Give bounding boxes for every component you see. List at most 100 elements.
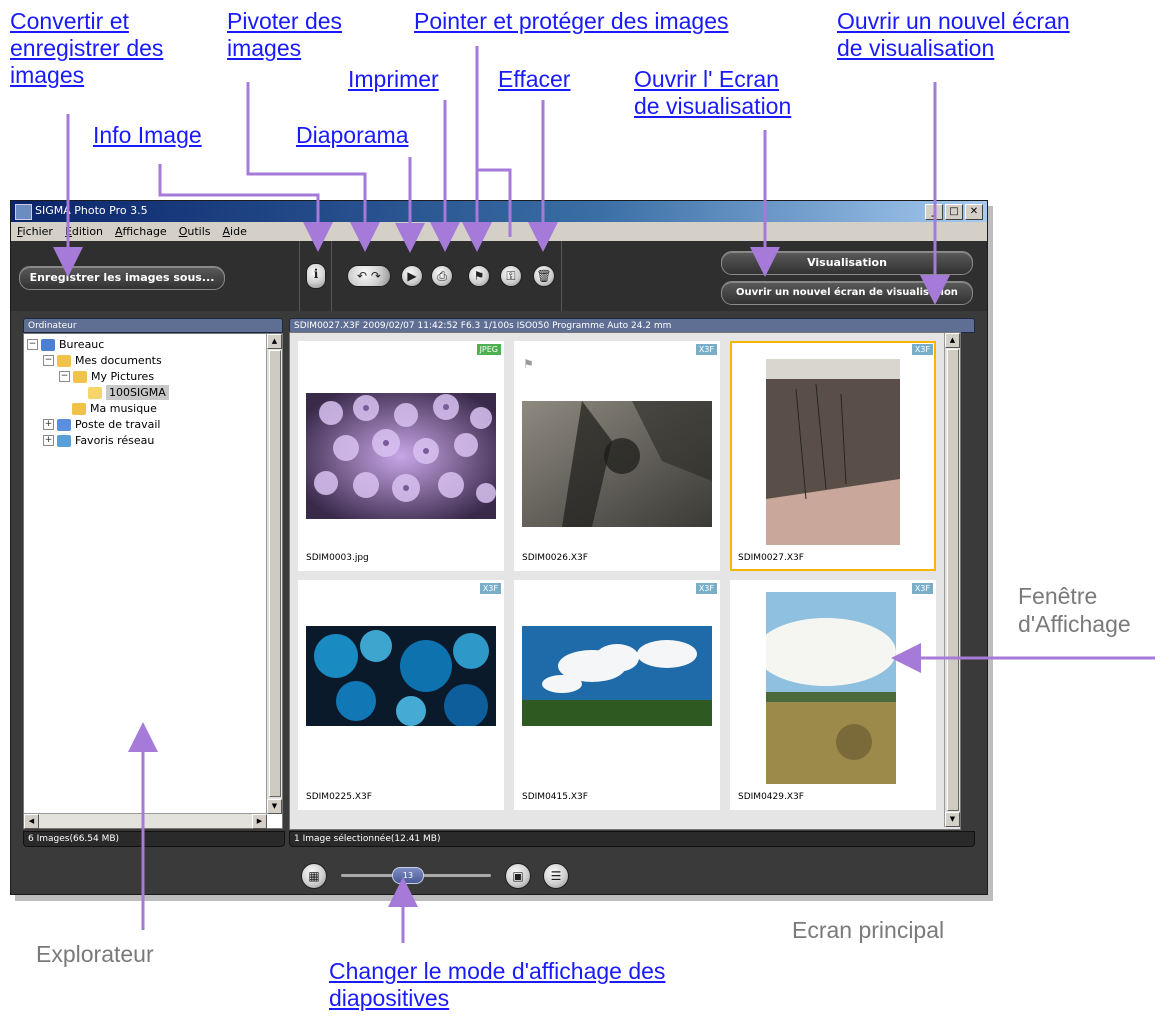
- photo-bokeh: [306, 626, 496, 726]
- network-icon: [57, 434, 71, 447]
- format-badge: X3F: [911, 583, 933, 594]
- tree-item-poste-de-travail[interactable]: + Poste de travail: [43, 417, 160, 432]
- explorer-vscroll[interactable]: ▲ ▼: [266, 334, 282, 814]
- visualisation-button[interactable]: Visualisation: [721, 251, 973, 275]
- toolbar: Enregistrer les images sous... i ↶ ↷ ▶ ⎙…: [11, 241, 987, 311]
- thumbnail[interactable]: X3F SDIM0415.X3F: [514, 580, 720, 810]
- scroll-up-icon[interactable]: ▲: [267, 334, 282, 349]
- info-icon[interactable]: i: [306, 263, 326, 289]
- close-button[interactable]: ✕: [965, 204, 983, 220]
- explorer-status: 6 Images(66.54 MB): [23, 831, 285, 847]
- collapse-icon[interactable]: −: [43, 355, 54, 366]
- callout-changer-mode[interactable]: Changer le mode d'affichage des diapositi…: [329, 958, 665, 1012]
- menu-outils[interactable]: Outils: [173, 222, 217, 241]
- thumbnail-selected[interactable]: X3F SDIM0027.X3F: [730, 341, 936, 571]
- expand-icon[interactable]: +: [43, 419, 54, 430]
- maximize-button[interactable]: □: [945, 204, 963, 220]
- tree-item-mes-documents[interactable]: − Mes documents: [43, 353, 162, 368]
- explorer-hscroll[interactable]: ◀ ▶: [24, 813, 267, 829]
- scroll-up-icon[interactable]: ▲: [945, 333, 960, 348]
- file-name: SDIM0415.X3F: [522, 792, 588, 802]
- tree-item-100sigma[interactable]: 100SIGMA: [88, 385, 169, 400]
- format-badge: X3F: [695, 583, 717, 594]
- viewer-header: SDIM0027.X3F 2009/02/07 11:42:52 F6.3 1/…: [289, 318, 975, 333]
- tree-item-ma-musique[interactable]: Ma musique: [72, 401, 157, 416]
- desktop-icon: [41, 338, 55, 351]
- callout-effacer[interactable]: Effacer: [498, 66, 570, 93]
- menu-affichage[interactable]: Affichage: [109, 222, 173, 241]
- slideshow-icon[interactable]: ▶: [401, 265, 423, 287]
- callout-ouvrir-ecran[interactable]: Ouvrir l' Ecran de visualisation: [634, 66, 791, 120]
- menu-fichier[interactable]: Fichier: [11, 222, 59, 241]
- format-badge: X3F: [911, 344, 933, 355]
- label-ecran-principal: Ecran principal: [792, 917, 945, 943]
- flag-icon[interactable]: ⚑: [468, 265, 490, 287]
- tree-item-bureau[interactable]: − Bureauc: [27, 337, 104, 352]
- photo-building: [766, 359, 900, 545]
- folder-icon: [72, 402, 86, 415]
- format-badge: X3F: [695, 344, 717, 355]
- folder-icon: [57, 354, 71, 367]
- computer-icon: [57, 418, 71, 431]
- open-folder-icon: [88, 386, 102, 399]
- thumbnail[interactable]: X3F SDIM0429.X3F: [730, 580, 936, 810]
- viewer-vscroll[interactable]: ▲ ▼: [944, 333, 960, 827]
- file-name: SDIM0429.X3F: [738, 792, 804, 802]
- tree-item-favoris-reseau[interactable]: + Favoris réseau: [43, 433, 154, 448]
- list-view-icon[interactable]: ☰: [543, 863, 569, 889]
- expand-icon[interactable]: +: [43, 435, 54, 446]
- callout-pointer-proteger[interactable]: Pointer et protéger des images: [414, 8, 729, 35]
- scroll-left-icon[interactable]: ◀: [24, 814, 39, 829]
- thumbnail-grid: JPEG SDIM0003.jpg X3F ⚑ SDIM0026.X3F X3F…: [289, 332, 961, 830]
- file-name: SDIM0003.jpg: [306, 553, 369, 563]
- flag-icon: ⚑: [523, 357, 534, 371]
- print-icon[interactable]: ⎙: [431, 265, 453, 287]
- callout-nouvel-ecran[interactable]: Ouvrir un nouvel écran de visualisation: [837, 8, 1070, 62]
- callout-convertir[interactable]: Convertir et enregistrer des images: [10, 8, 163, 89]
- folder-icon: [73, 370, 87, 383]
- callout-imprimer[interactable]: Imprimer: [348, 66, 439, 93]
- label-fenetre-affichage: Fenêtre d'Affichage: [1018, 583, 1131, 637]
- scroll-down-icon[interactable]: ▼: [267, 799, 282, 814]
- callout-diaporama[interactable]: Diaporama: [296, 122, 409, 149]
- rotate-icon[interactable]: ↶ ↷: [347, 265, 391, 287]
- thumbnail[interactable]: JPEG SDIM0003.jpg: [298, 341, 504, 571]
- photo-flowers: [306, 393, 496, 519]
- main-window: SIGMA Photo Pro 3.5 _ □ ✕ Fichier Editio…: [10, 200, 988, 895]
- collapse-icon[interactable]: −: [59, 371, 70, 382]
- scroll-down-icon[interactable]: ▼: [945, 812, 960, 827]
- callout-pivoter[interactable]: Pivoter des images: [227, 8, 342, 62]
- explorer-tree: − Bureauc − Mes documents − My Pictures …: [23, 333, 283, 829]
- slider-knob[interactable]: 13: [392, 867, 424, 884]
- photo-hay-bale: [766, 592, 896, 784]
- explorer-header: Ordinateur: [23, 318, 283, 333]
- trash-icon[interactable]: 🗑: [533, 265, 555, 287]
- minimize-button[interactable]: _: [925, 204, 943, 220]
- key-icon[interactable]: ⚿: [500, 265, 522, 287]
- menu-bar: Fichier Edition Affichage Outils Aide: [11, 222, 987, 241]
- window-title: SIGMA Photo Pro 3.5: [35, 204, 148, 217]
- collapse-icon[interactable]: −: [27, 339, 38, 350]
- callout-info-image[interactable]: Info Image: [93, 122, 202, 149]
- viewer-status: 1 Image sélectionnée(12.41 MB): [289, 831, 975, 847]
- new-view-button[interactable]: Ouvrir un nouvel écran de visualisation: [721, 281, 973, 305]
- scroll-thumb[interactable]: [269, 350, 281, 797]
- scroll-right-icon[interactable]: ▶: [252, 814, 267, 829]
- thumbnail[interactable]: X3F ⚑ SDIM0026.X3F: [514, 341, 720, 571]
- title-bar[interactable]: SIGMA Photo Pro 3.5 _ □ ✕: [11, 201, 987, 222]
- photo-shadow-wall: [522, 401, 712, 527]
- thumbnail[interactable]: X3F SDIM0225.X3F: [298, 580, 504, 810]
- scroll-thumb[interactable]: [947, 349, 959, 811]
- tree-item-my-pictures[interactable]: − My Pictures: [59, 369, 154, 384]
- file-name: SDIM0027.X3F: [738, 553, 804, 563]
- format-badge: JPEG: [476, 344, 501, 355]
- single-view-icon[interactable]: ▣: [505, 863, 531, 889]
- menu-aide[interactable]: Aide: [217, 222, 253, 241]
- save-images-button[interactable]: Enregistrer les images sous...: [19, 266, 225, 290]
- file-name: SDIM0225.X3F: [306, 792, 372, 802]
- file-name: SDIM0026.X3F: [522, 553, 588, 563]
- app-icon: [15, 204, 32, 220]
- label-explorateur: Explorateur: [36, 941, 154, 967]
- menu-edition[interactable]: Edition: [59, 222, 109, 241]
- grid-view-icon[interactable]: ▦: [301, 863, 327, 889]
